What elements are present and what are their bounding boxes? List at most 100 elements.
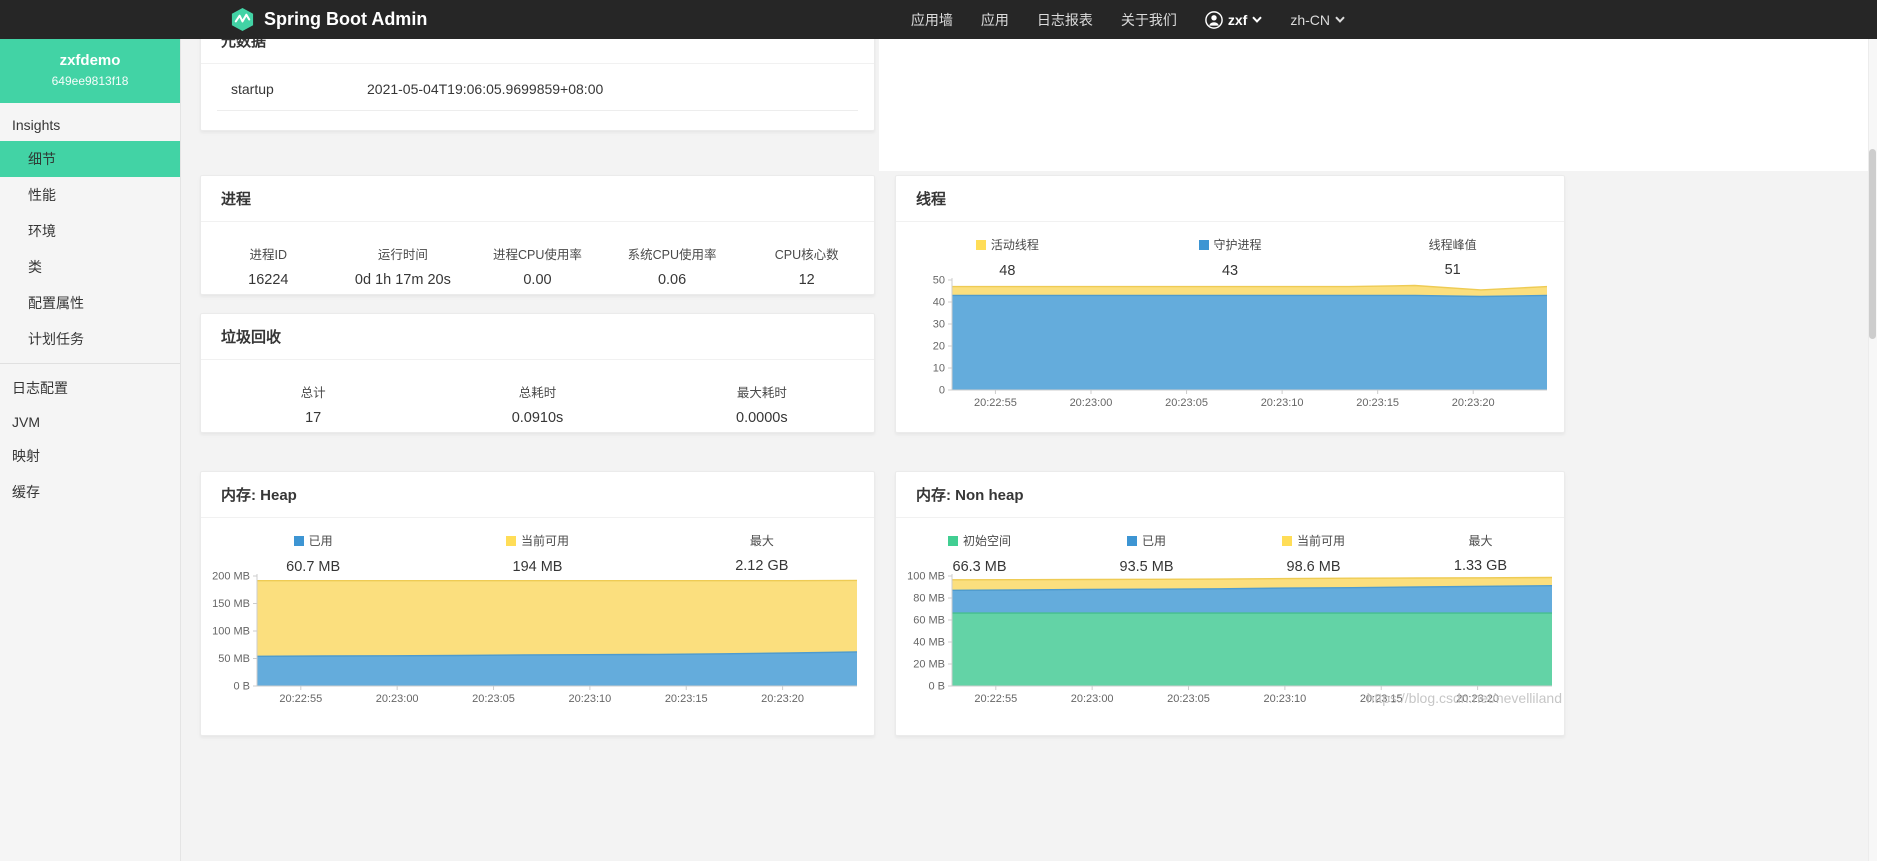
nonheap-chart-svg: 0 B20 MB40 MB60 MB80 MB100 MB20:22:5520:… (902, 570, 1562, 710)
svg-text:30: 30 (933, 319, 945, 331)
brand[interactable]: Spring Boot Admin (230, 0, 427, 39)
svg-text:20:22:55: 20:22:55 (279, 693, 322, 705)
sidebar-item[interactable]: 日志配置 (0, 370, 180, 406)
heap-chart-svg: 0 B50 MB100 MB150 MB200 MB20:22:5520:23:… (207, 570, 867, 710)
stat: CPU核心数12 (739, 244, 874, 288)
svg-text:20: 20 (933, 341, 945, 353)
legend-text: 最大 (750, 532, 774, 549)
sidebar-item[interactable]: 缓存 (0, 474, 180, 510)
sidebar-item[interactable]: 性能 (0, 177, 180, 213)
card-process: 进程 进程ID16224运行时间0d 1h 17m 20s进程CPU使用率0.0… (200, 175, 875, 295)
card-garbage-collection: 垃圾回收 总计17总耗时0.0910s最大耗时0.0000s (200, 313, 875, 433)
legend-text: 当前可用 (1297, 532, 1345, 549)
content-background-remnant (879, 39, 1877, 171)
sidebar-item[interactable]: 计划任务 (0, 321, 180, 357)
sidebar-item[interactable]: 类 (0, 249, 180, 285)
navbar-right: 应用墙 应用 日志报表 关于我们 zxf zh-CN (911, 0, 1345, 39)
legend-label: 活动线程 (976, 236, 1039, 253)
svg-text:0: 0 (939, 385, 945, 397)
chevron-down-icon (1335, 16, 1345, 23)
svg-text:20:23:10: 20:23:10 (1263, 693, 1306, 705)
stat-value: 0.00 (470, 272, 605, 288)
svg-text:20:23:00: 20:23:00 (376, 693, 419, 705)
legend-swatch-icon (294, 536, 304, 546)
sidebar-item[interactable]: JVM (0, 406, 180, 438)
svg-text:20:23:05: 20:23:05 (472, 693, 515, 705)
legend-swatch-icon (948, 536, 958, 546)
watermark: https://blog.csdn.net/nevelliland (1367, 690, 1562, 706)
nav-link[interactable]: 关于我们 (1121, 10, 1177, 30)
svg-text:40 MB: 40 MB (913, 637, 945, 649)
svg-text:20 MB: 20 MB (913, 659, 945, 671)
legend-item: 守护进程43 (1119, 236, 1342, 279)
scrollbar-thumb[interactable] (1869, 149, 1876, 339)
nonheap-chart: 0 B20 MB40 MB60 MB80 MB100 MB20:22:5520:… (902, 570, 1562, 710)
process-card-title: 进程 (201, 176, 874, 222)
nav-link[interactable]: 应用墙 (911, 10, 953, 30)
legend-label: 已用 (294, 532, 333, 549)
legend-label: 最大 (750, 532, 774, 549)
legend-item: 当前可用98.6 MB (1230, 532, 1397, 575)
stat-value: 0d 1h 17m 20s (336, 272, 471, 288)
stat-value: 0.06 (605, 272, 740, 288)
svg-text:20:22:55: 20:22:55 (974, 397, 1017, 409)
table-row: startup 2021-05-04T19:06:05.9699859+08:0… (217, 68, 858, 111)
stat: 进程CPU使用率 0.00 (470, 244, 605, 288)
legend-item: 已用60.7 MB (201, 532, 425, 575)
user-name: zxf (1228, 12, 1247, 28)
process-stats: 进程ID16224运行时间0d 1h 17m 20s进程CPU使用率0.00系统… (201, 222, 874, 288)
stat-label: 进程CPU使用率 (470, 244, 605, 263)
legend-item: 初始空间66.3 MB (896, 532, 1063, 575)
svg-text:20:23:10: 20:23:10 (568, 693, 611, 705)
nav-link[interactable]: 日志报表 (1037, 10, 1093, 30)
svg-text:0 B: 0 B (928, 681, 945, 693)
sidebar-menu: Insights细节性能环境类配置属性计划任务日志配置JVM映射缓存 (0, 103, 180, 510)
instance-header[interactable]: zxfdemo 649ee9813f18 (0, 39, 180, 103)
user-menu[interactable]: zxf (1205, 11, 1262, 29)
legend-text: 初始空间 (963, 532, 1011, 549)
sidebar-item[interactable]: 映射 (0, 438, 180, 474)
sidebar-item[interactable]: 细节 (0, 141, 180, 177)
legend-text: 活动线程 (991, 236, 1039, 253)
vertical-scrollbar[interactable] (1868, 39, 1877, 861)
instance-name: zxfdemo (8, 52, 172, 69)
heap-card-title: 内存: Heap (201, 472, 874, 518)
svg-text:60 MB: 60 MB (913, 615, 945, 627)
svg-text:200 MB: 200 MB (212, 571, 250, 583)
sidebar-item[interactable]: Insights (0, 109, 180, 141)
svg-text:100 MB: 100 MB (212, 626, 250, 638)
legend-text: 守护进程 (1214, 236, 1262, 253)
spring-boot-admin-logo-icon (230, 7, 255, 32)
legend-item: 活动线程48 (896, 236, 1119, 279)
stat-label: CPU核心数 (739, 244, 874, 263)
stat: 总计17 (201, 382, 425, 426)
card-memory-heap: 内存: Heap 已用60.7 MB当前可用194 MB最大2.12 GB 0 … (200, 471, 875, 736)
nav-link[interactable]: 应用 (981, 10, 1009, 30)
navbar-links: 应用墙 应用 日志报表 关于我们 (911, 10, 1177, 30)
svg-text:20:23:00: 20:23:00 (1071, 693, 1114, 705)
stat: 运行时间0d 1h 17m 20s (336, 244, 471, 288)
legend-text: 已用 (1142, 532, 1166, 549)
svg-text:0 B: 0 B (233, 681, 250, 693)
card-threads: 线程 活动线程48守护进程43线程峰值51 0102030405020:22:5… (895, 175, 1565, 433)
legend-label: 当前可用 (506, 532, 569, 549)
sidebar-item[interactable]: 环境 (0, 213, 180, 249)
locale-menu[interactable]: zh-CN (1290, 12, 1345, 28)
svg-text:20:22:55: 20:22:55 (974, 693, 1017, 705)
legend-swatch-icon (1127, 536, 1137, 546)
legend-item: 最大2.12 GB (650, 532, 874, 575)
stat-value: 0.0000s (650, 410, 874, 426)
legend-label: 已用 (1127, 532, 1166, 549)
gc-stats: 总计17总耗时0.0910s最大耗时0.0000s (201, 360, 874, 426)
threads-card-title: 线程 (896, 176, 1564, 222)
sidebar-item[interactable]: 配置属性 (0, 285, 180, 321)
legend-text: 当前可用 (521, 532, 569, 549)
legend-text: 线程峰值 (1429, 236, 1477, 253)
metadata-table: startup 2021-05-04T19:06:05.9699859+08:0… (201, 64, 874, 119)
navbar: Spring Boot Admin 应用墙 应用 日志报表 关于我们 zxf zh-C… (0, 0, 1877, 39)
legend-label: 守护进程 (1199, 236, 1262, 253)
svg-text:80 MB: 80 MB (913, 593, 945, 605)
legend-text: 最大 (1468, 532, 1492, 549)
stat-label: 最大耗时 (650, 382, 874, 401)
legend-label: 线程峰值 (1429, 236, 1477, 253)
